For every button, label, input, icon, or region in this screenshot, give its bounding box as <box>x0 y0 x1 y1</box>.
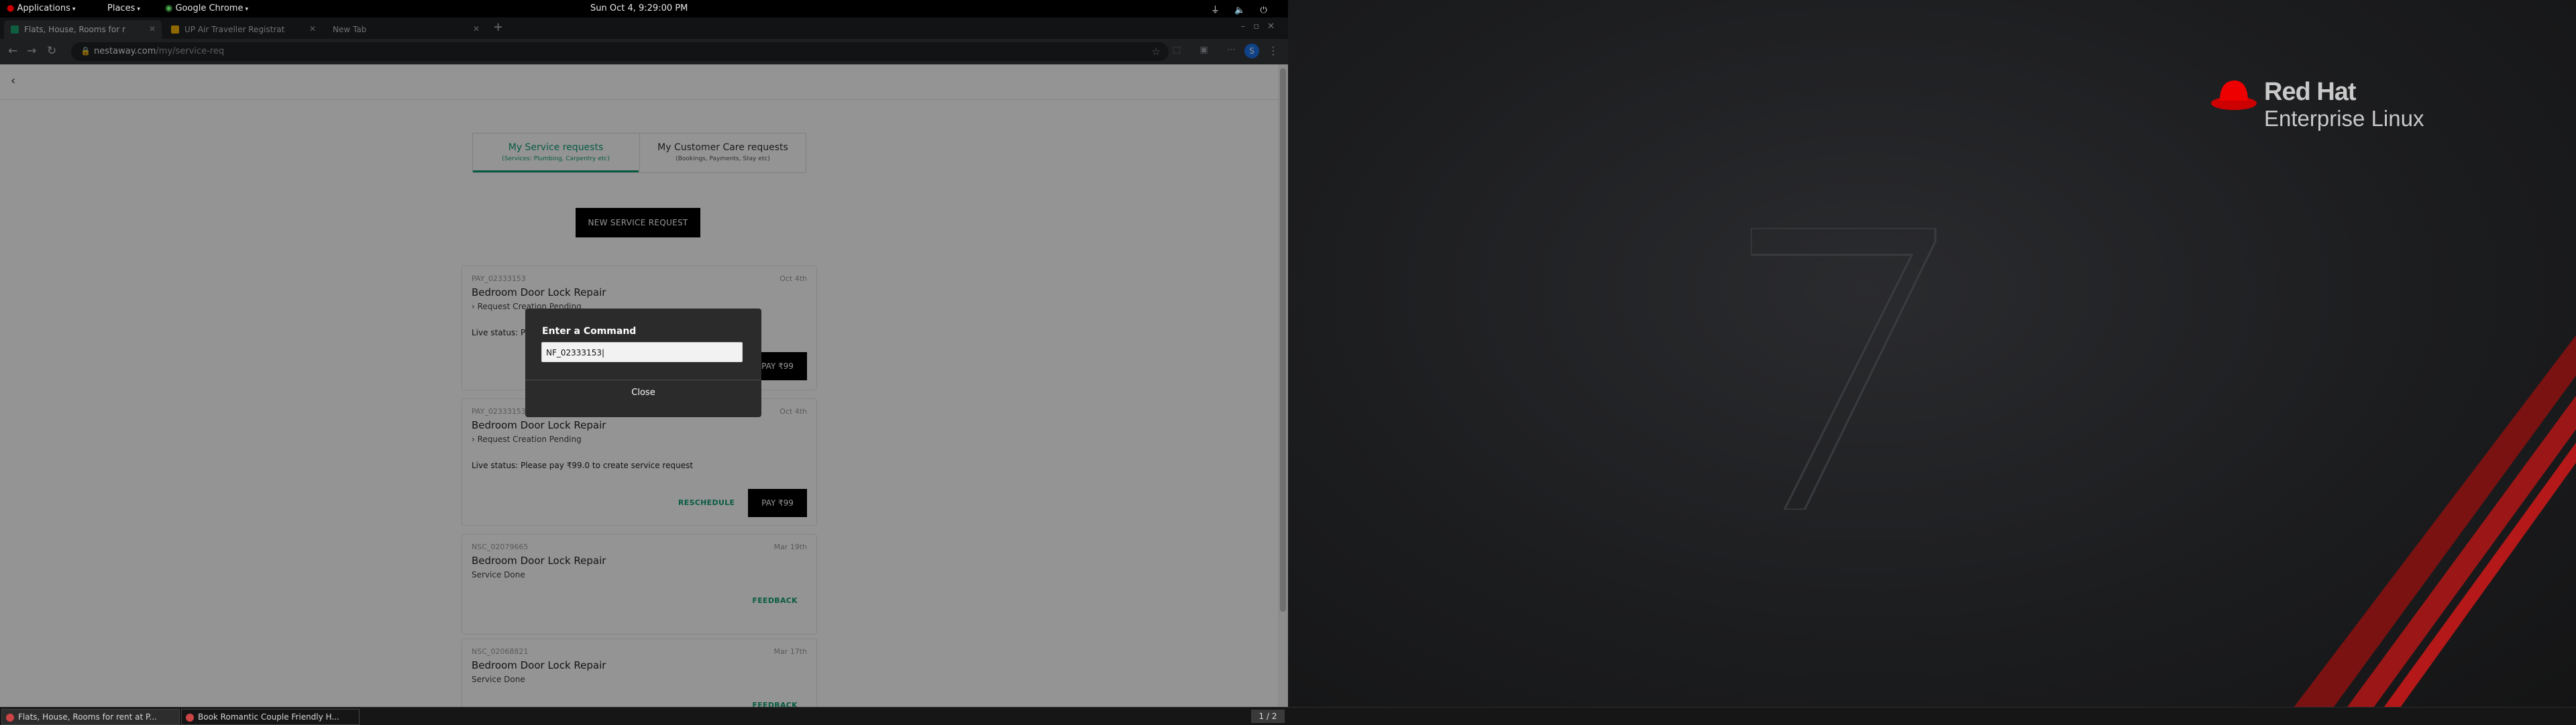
applications-label: Applications <box>17 3 70 13</box>
system-tray[interactable]: ⏚ 🔈 ⏻ <box>1211 3 1273 15</box>
redhat-small-icon: ● <box>7 3 15 13</box>
command-input-value: NF_02333153 <box>546 348 602 357</box>
text-cursor: | <box>601 348 605 357</box>
close-button[interactable]: Close <box>525 388 761 398</box>
chrome-small-icon: ◉ <box>165 3 173 13</box>
desktop-background: Red Hat Enterprise Linux <box>1288 0 2576 724</box>
chrome-window: Flats, House, Rooms for r ✕ UP Air Trave… <box>0 17 1288 707</box>
chevron-down-icon: ▾ <box>72 6 76 13</box>
clock[interactable]: Sun Oct 4, 9:29:00 PM <box>590 3 688 13</box>
chrome-icon <box>186 713 194 722</box>
applications-menu[interactable]: ● Applications ▾ <box>7 3 75 13</box>
command-dialog: Enter a Command NF_02333153| Close <box>525 309 761 417</box>
taskbar-label: Book Romantic Couple Friendly H... <box>198 712 339 722</box>
chevron-down-icon: ▾ <box>137 6 140 13</box>
places-label: Places <box>107 3 136 13</box>
chevron-down-icon: ▾ <box>245 6 248 13</box>
workspace-indicator[interactable]: 1 / 2 <box>1251 710 1285 723</box>
window-list-taskbar: Flats, House, Rooms for rent at P... Boo… <box>0 707 2576 725</box>
command-input[interactable]: NF_02333153| <box>541 342 743 362</box>
brand-line-1: Red Hat <box>2264 78 2357 106</box>
chrome-icon <box>6 713 14 722</box>
brand-line-2: Enterprise Linux <box>2264 106 2424 131</box>
version-seven-graphic <box>1751 228 1937 510</box>
app-menu[interactable]: ◉ Google Chrome ▾ <box>165 3 248 13</box>
taskbar-window-chrome[interactable]: Flats, House, Rooms for rent at P... <box>1 709 180 725</box>
taskbar-label: Flats, House, Rooms for rent at P... <box>18 712 157 722</box>
places-menu[interactable]: Places ▾ <box>107 3 140 13</box>
dialog-title: Enter a Command <box>542 326 637 337</box>
taskbar-window-booking[interactable]: Book Romantic Couple Friendly H... <box>181 709 360 725</box>
app-menu-label: Google Chrome <box>175 3 244 13</box>
redhat-hat-icon <box>2211 80 2257 110</box>
